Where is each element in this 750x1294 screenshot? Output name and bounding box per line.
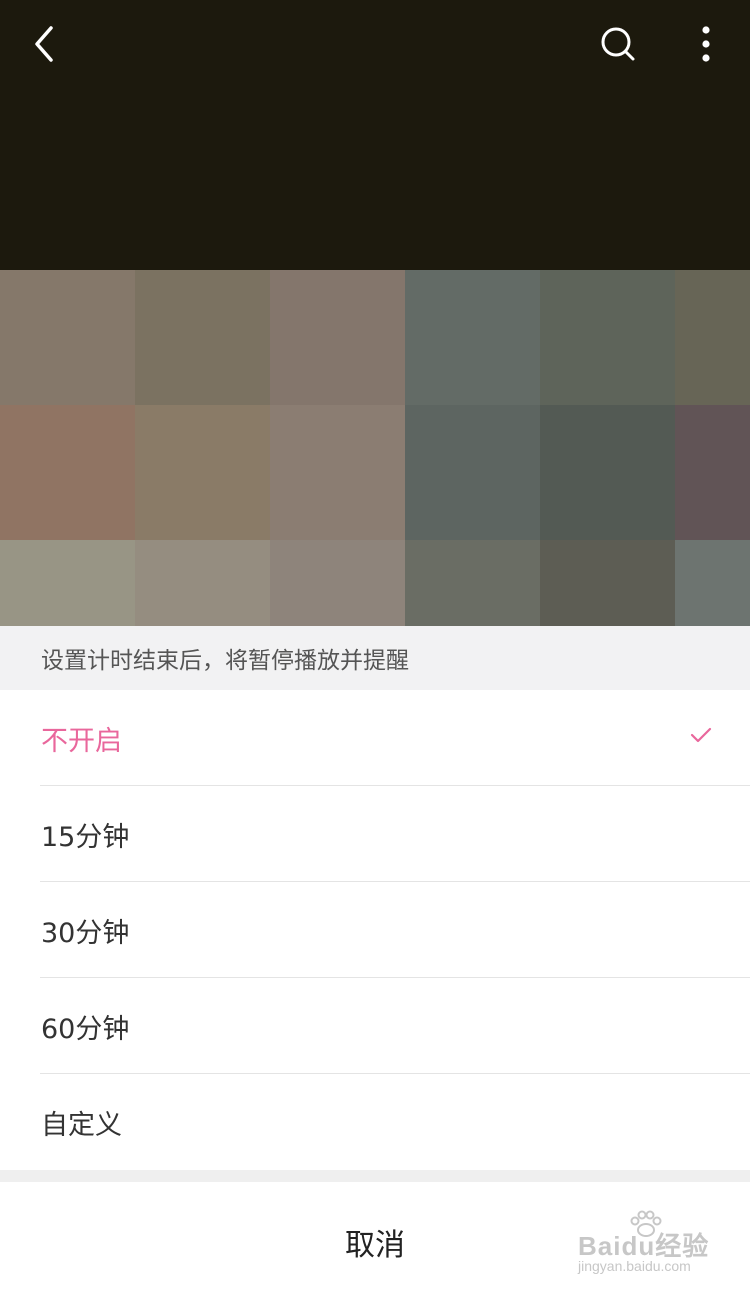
more-button[interactable] xyxy=(680,18,732,70)
option-30-min[interactable]: 30分钟 xyxy=(0,882,750,978)
option-label: 自定义 xyxy=(41,1109,122,1141)
option-label: 不开启 xyxy=(41,725,122,757)
top-bar xyxy=(0,0,750,90)
cancel-button[interactable]: 取消 xyxy=(0,1182,750,1294)
blurred-cover-image xyxy=(0,270,750,626)
section-gap xyxy=(0,1170,750,1182)
back-button[interactable] xyxy=(18,18,70,70)
sleep-timer-sheet: 设置计时结束后，将暂停播放并提醒 不开启 15分钟 30分钟 60分钟 自定义 … xyxy=(0,626,750,1294)
option-label: 15分钟 xyxy=(41,821,130,853)
back-arrow-icon xyxy=(35,26,53,62)
search-button[interactable] xyxy=(592,18,644,70)
more-vertical-icon xyxy=(702,26,710,62)
option-60-min[interactable]: 60分钟 xyxy=(0,978,750,1074)
option-label: 60分钟 xyxy=(41,1013,130,1045)
checkmark-icon xyxy=(690,727,712,743)
option-15-min[interactable]: 15分钟 xyxy=(0,786,750,882)
option-off[interactable]: 不开启 xyxy=(0,690,750,786)
option-custom[interactable]: 自定义 xyxy=(0,1074,750,1170)
timer-notice: 设置计时结束后，将暂停播放并提醒 xyxy=(0,626,750,690)
option-label: 30分钟 xyxy=(41,917,130,949)
search-icon xyxy=(601,27,635,61)
